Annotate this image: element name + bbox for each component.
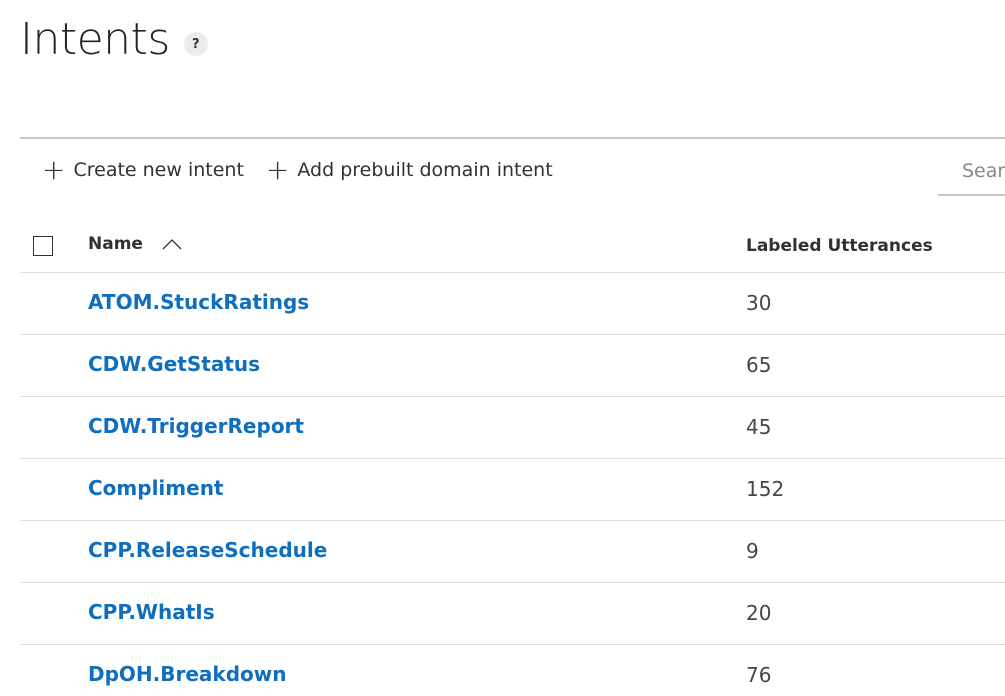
table-header: Name Labeled Utterances	[20, 224, 1005, 273]
labeled-utterances-count: 20	[746, 601, 772, 625]
column-header-name-label: Name	[88, 234, 143, 254]
table-row[interactable]: CDW.GetStatus 65	[20, 335, 1005, 397]
create-new-intent-button[interactable]: + Create new intent	[42, 152, 244, 188]
select-all-checkbox[interactable]	[33, 236, 53, 256]
plus-icon: +	[42, 153, 66, 186]
table-row[interactable]: CDW.TriggerReport 45	[20, 397, 1005, 459]
table-row[interactable]: DpOH.Breakdown 76	[20, 645, 1005, 696]
table-row[interactable]: CPP.WhatIs 20	[20, 583, 1005, 645]
intent-list: ATOM.StuckRatings 30 CDW.GetStatus 65 CDW.Tr…	[20, 273, 1005, 696]
intents-page: Intents ? + Create new intent + Add preb…	[0, 0, 1005, 696]
intent-name-link[interactable]: ATOM.StuckRatings	[88, 290, 309, 314]
labeled-utterances-count: 45	[746, 415, 772, 439]
chevron-up-icon	[162, 239, 182, 250]
intent-name-link[interactable]: Compliment	[88, 476, 224, 500]
intent-name-link[interactable]: CDW.GetStatus	[88, 352, 260, 376]
add-prebuilt-domain-intent-label: Add prebuilt domain intent	[297, 159, 553, 181]
plus-icon: +	[265, 153, 290, 186]
divider	[20, 137, 1005, 139]
column-header-name[interactable]: Name	[88, 234, 183, 254]
labeled-utterances-count: 152	[746, 477, 785, 501]
intent-name-link[interactable]: DpOH.Breakdown	[88, 662, 287, 686]
search-input[interactable]	[938, 148, 1005, 196]
column-header-labeled-utterances[interactable]: Labeled Utterances	[746, 236, 933, 256]
intent-name-link[interactable]: CPP.WhatIs	[88, 600, 215, 624]
help-icon[interactable]: ?	[183, 32, 208, 56]
table-row[interactable]: ATOM.StuckRatings 30	[20, 273, 1005, 335]
page-title: Intents	[20, 14, 170, 65]
labeled-utterances-count: 76	[746, 663, 772, 687]
intent-name-link[interactable]: CDW.TriggerReport	[88, 414, 304, 438]
title-row: Intents ?	[20, 12, 208, 68]
labeled-utterances-count: 9	[746, 539, 759, 563]
intent-name-link[interactable]: CPP.ReleaseSchedule	[88, 538, 327, 562]
table-row[interactable]: Compliment 152	[20, 459, 1005, 521]
create-new-intent-label: Create new intent	[73, 159, 244, 181]
table-row[interactable]: CPP.ReleaseSchedule 9	[20, 521, 1005, 583]
add-prebuilt-domain-intent-button[interactable]: + Add prebuilt domain intent	[266, 152, 553, 188]
labeled-utterances-count: 65	[746, 353, 772, 377]
labeled-utterances-count: 30	[746, 291, 772, 315]
command-bar: + Create new intent + Add prebuilt domai…	[42, 152, 575, 188]
